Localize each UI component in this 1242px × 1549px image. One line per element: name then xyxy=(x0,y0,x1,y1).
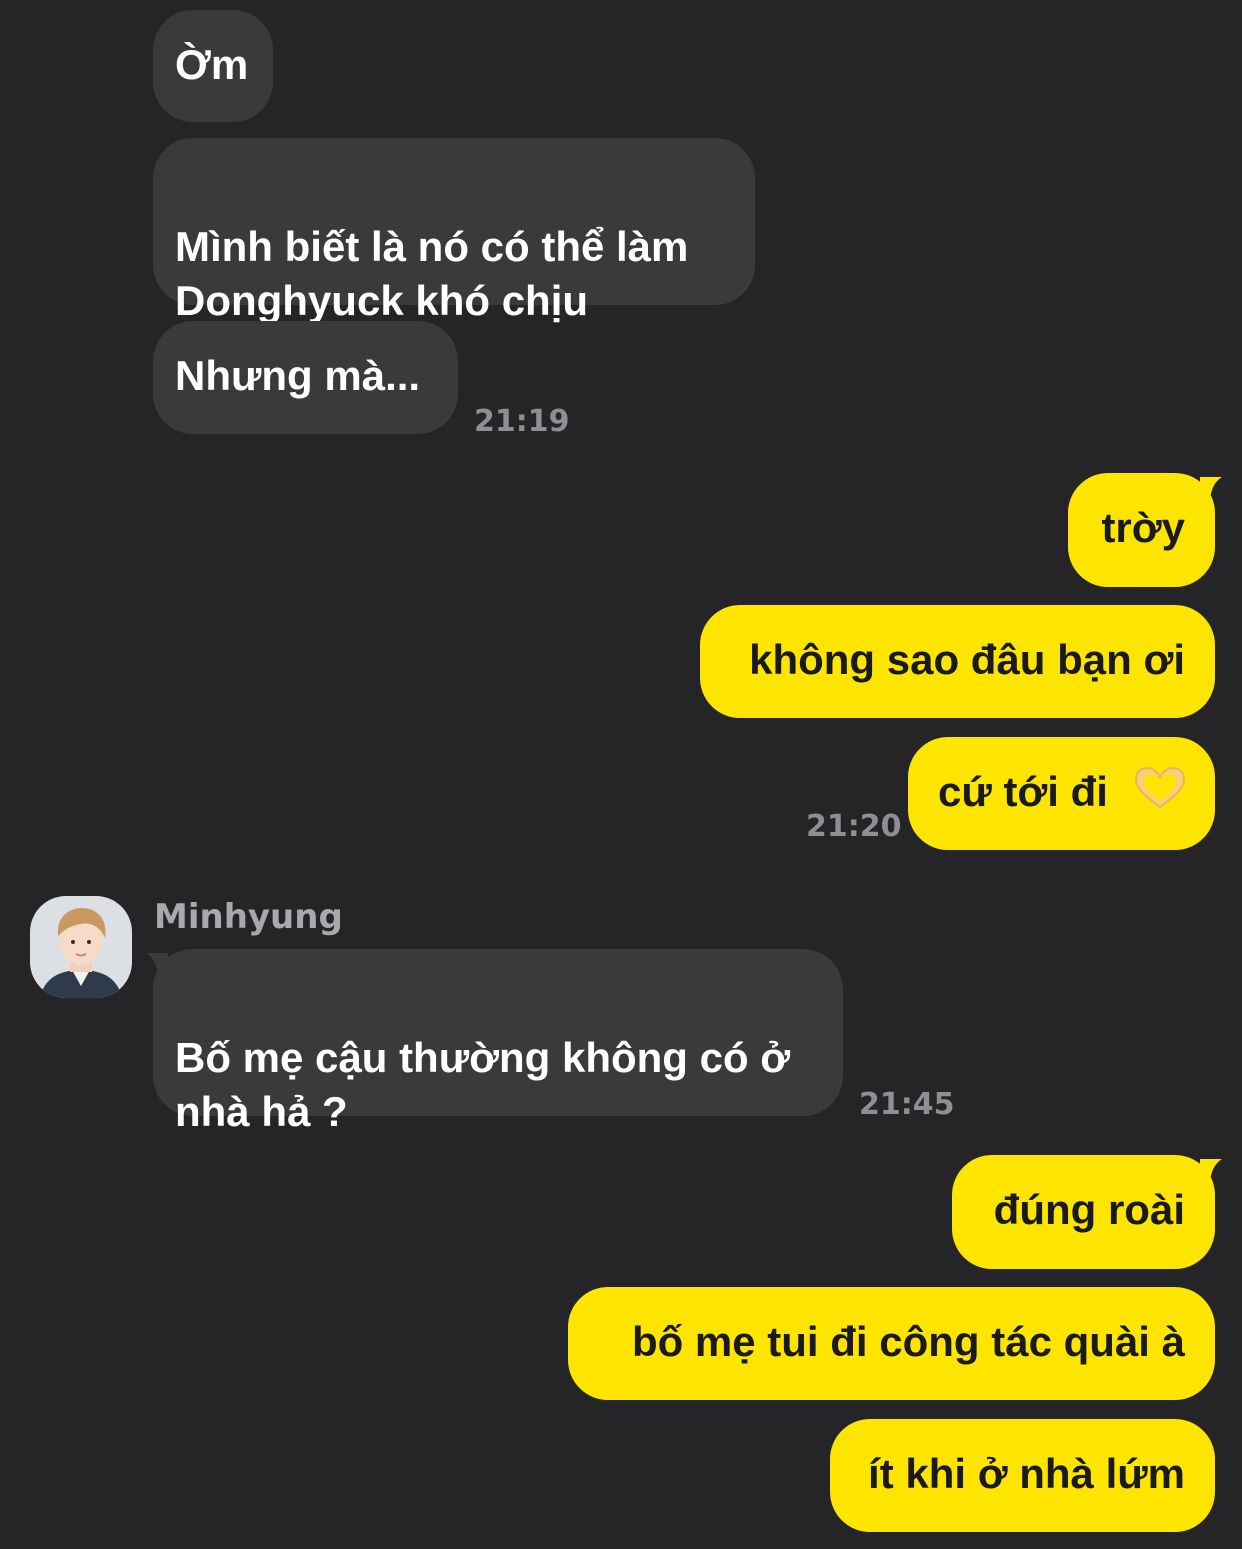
message-bubble-outgoing[interactable]: không sao đâu bạn ơi xyxy=(700,605,1215,718)
message-text: ít khi ở nhà lứm xyxy=(868,1450,1185,1497)
message-bubble-outgoing[interactable]: ít khi ở nhà lứm xyxy=(830,1419,1215,1532)
timestamp: 21:45 xyxy=(859,1087,955,1122)
message-text: không sao đâu bạn ơi xyxy=(749,636,1185,683)
heart-hands-icon xyxy=(1132,765,1188,824)
message-bubble-incoming[interactable]: Nhưng mà... xyxy=(153,321,458,434)
profile-photo-icon xyxy=(30,896,132,998)
message-text: đúng roài xyxy=(993,1186,1185,1233)
message-bubble-outgoing[interactable]: bố mẹ tui đi công tác quài à xyxy=(568,1287,1215,1400)
message-text: cứ tới đi xyxy=(938,768,1108,815)
message-bubble-outgoing[interactable]: đúng roài xyxy=(952,1155,1215,1269)
message-text: Bố mẹ cậu thường không có ở nhà hả ? xyxy=(175,1034,791,1135)
message-bubble-incoming[interactable]: Bố mẹ cậu thường không có ở nhà hả ? xyxy=(153,949,843,1135)
message-text: bố mẹ tui đi công tác quài à xyxy=(631,1318,1185,1365)
sender-name: Minhyung xyxy=(154,897,343,937)
message-bubble-outgoing[interactable]: trờy xyxy=(1068,473,1215,587)
message-text: trờy xyxy=(1101,504,1185,551)
timestamp: 21:20 xyxy=(806,809,902,844)
avatar[interactable] xyxy=(30,896,132,998)
message-text: Nhưng mà... xyxy=(175,352,421,399)
bubble-tail-outgoing xyxy=(1200,477,1222,499)
message-text: Mình biết là nó có thể làm Donghyuck khó… xyxy=(175,223,689,324)
message-bubble-incoming[interactable]: Mình biết là nó có thể làm Donghyuck khó… xyxy=(153,138,755,324)
timestamp: 21:19 xyxy=(474,404,570,439)
message-text: Ờm xyxy=(175,41,249,88)
message-bubble-outgoing[interactable]: cứ tới đi xyxy=(908,737,1215,850)
bubble-tail-outgoing xyxy=(1200,1159,1222,1181)
message-bubble-incoming[interactable]: Ờm xyxy=(153,10,273,122)
